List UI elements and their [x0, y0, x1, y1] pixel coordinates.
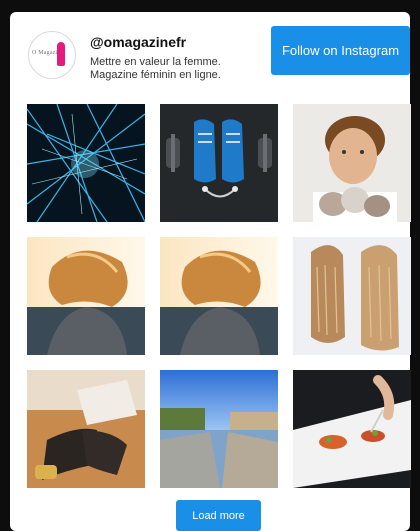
legs-tights-image: [27, 370, 145, 488]
network-lights-image: [27, 104, 145, 222]
sneakers-dumbbells-image: [160, 104, 278, 222]
follow-on-instagram-button[interactable]: Follow on Instagram: [271, 26, 410, 75]
photo-legs-tights[interactable]: [27, 370, 145, 488]
man-with-kittens-image: [293, 104, 411, 222]
photo-plated-dish[interactable]: [293, 370, 411, 488]
photo-grid: [27, 104, 411, 490]
bio-line-2: Magazine féminin en ligne.: [90, 69, 221, 81]
avatar-logo-figure-icon: [57, 42, 65, 66]
woman-hair-sunset-image-2: [160, 237, 278, 355]
photo-network-lights[interactable]: [27, 104, 145, 222]
photo-woman-hair-sunset-duplicate[interactable]: [160, 237, 278, 355]
photo-woman-hair-sunset[interactable]: [27, 237, 145, 355]
profile-username[interactable]: @omagazinefr: [90, 34, 186, 50]
bio-line-1: Mettre en valeur la femme.: [90, 56, 221, 68]
load-more-button[interactable]: Load more: [176, 500, 261, 531]
photo-man-with-kittens[interactable]: [293, 104, 411, 222]
city-canal-image: [160, 370, 278, 488]
photo-sneakers-dumbbells[interactable]: [160, 104, 278, 222]
profile-header: O Magazine @omagazinefr Mettre en valeur…: [10, 12, 410, 97]
profile-avatar[interactable]: O Magazine: [28, 31, 76, 79]
plated-dish-image: [293, 370, 411, 488]
instagram-feed-card: O Magazine @omagazinefr Mettre en valeur…: [10, 12, 411, 531]
photo-city-canal[interactable]: [160, 370, 278, 488]
long-hair-back-image: [293, 237, 411, 355]
photo-long-hair-back[interactable]: [293, 237, 411, 355]
profile-bio: Mettre en valeur la femme. Magazine fémi…: [90, 56, 260, 82]
woman-hair-sunset-image: [27, 237, 145, 355]
